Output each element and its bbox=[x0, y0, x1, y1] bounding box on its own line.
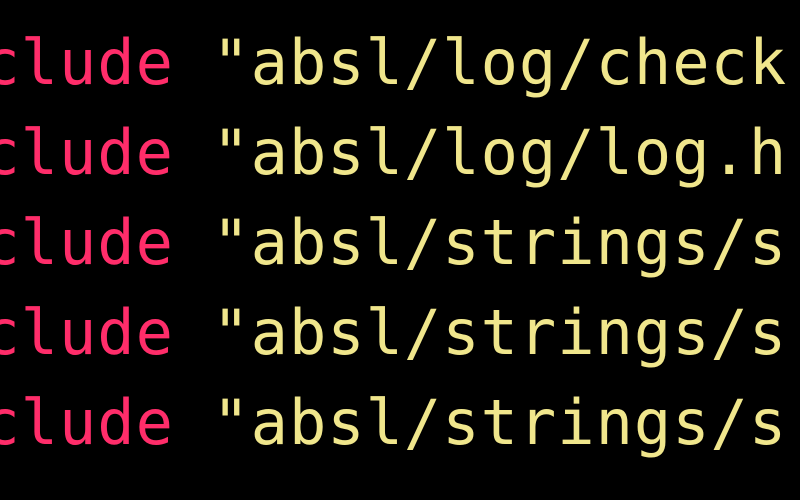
code-line: nclude "absl/log/log.h bbox=[0, 108, 800, 198]
include-path-string: "absl/strings/s bbox=[212, 206, 787, 279]
preprocessor-keyword: nclude bbox=[0, 386, 174, 459]
code-editor-viewport: nclude "absl/log/check nclude "absl/log/… bbox=[0, 18, 800, 467]
code-line: nclude "absl/log/check bbox=[0, 18, 800, 108]
include-path-string: "absl/log/log.h bbox=[212, 116, 787, 189]
include-path-string: "absl/strings/s bbox=[212, 386, 787, 459]
code-line: nclude "absl/strings/s bbox=[0, 198, 800, 288]
preprocessor-keyword: nclude bbox=[0, 116, 174, 189]
preprocessor-keyword: nclude bbox=[0, 206, 174, 279]
include-path-string: "absl/log/check bbox=[212, 26, 787, 99]
preprocessor-keyword: nclude bbox=[0, 26, 174, 99]
code-line: nclude "absl/strings/s bbox=[0, 378, 800, 468]
code-line: nclude "absl/strings/s bbox=[0, 288, 800, 378]
include-path-string: "absl/strings/s bbox=[212, 296, 787, 369]
preprocessor-keyword: nclude bbox=[0, 296, 174, 369]
